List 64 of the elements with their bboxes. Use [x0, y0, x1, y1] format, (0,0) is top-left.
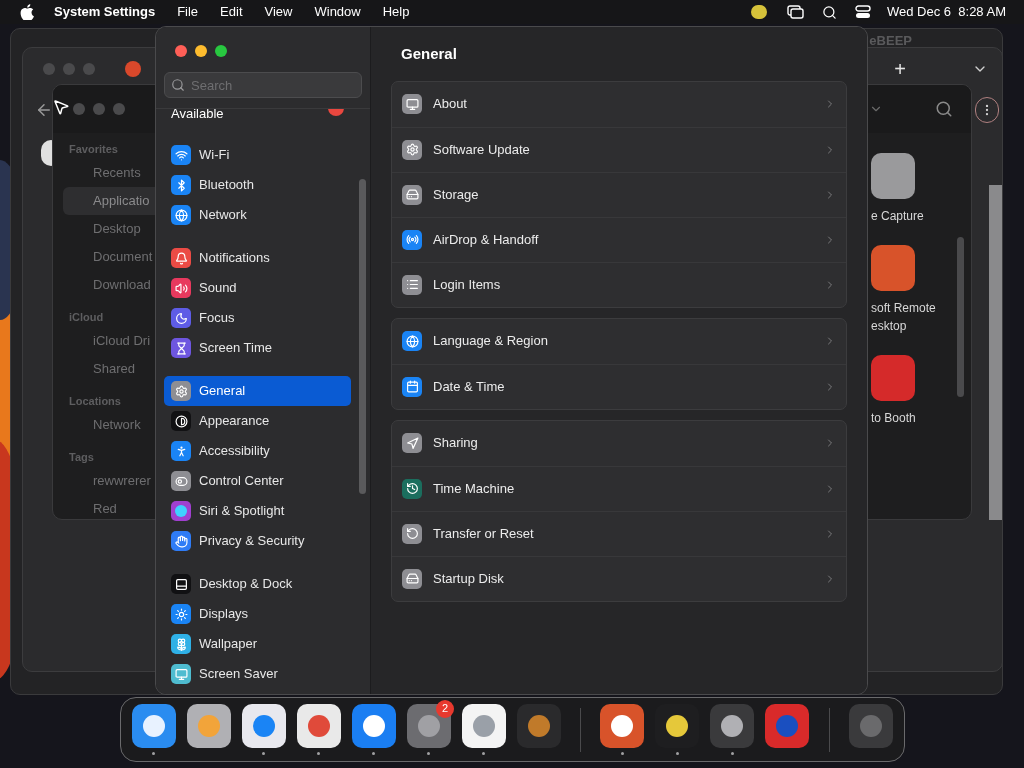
sidebar-item[interactable]: General	[164, 376, 351, 406]
menu-item[interactable]: Help	[382, 2, 410, 22]
sidebar-item[interactable]: Notifications	[164, 243, 351, 273]
app-menu[interactable]: System Settings	[54, 2, 156, 22]
app-label[interactable]: soft Remote esktop	[871, 299, 951, 335]
section-label: Tags	[68, 450, 95, 465]
settings-row[interactable]: Login Items	[392, 261, 846, 307]
mirroring-icon[interactable]	[787, 5, 804, 19]
sidebar-item[interactable]: Screen Time	[164, 333, 351, 363]
sidebar-item[interactable]: Wallpaper	[164, 629, 351, 659]
app-label[interactable]: e Capture	[871, 207, 951, 225]
sidebar-item[interactable]: Screen Saver	[164, 659, 351, 689]
sidebar-item[interactable]: Applicatio	[63, 187, 157, 215]
search-icon[interactable]	[822, 4, 837, 20]
settings-row[interactable]: Time Machine	[392, 465, 846, 511]
menu-item[interactable]: Edit	[220, 2, 243, 22]
settings-row[interactable]: Transfer or Reset	[392, 510, 846, 556]
menu-item[interactable]: Window	[314, 2, 361, 22]
menu-item[interactable]: View	[264, 2, 293, 22]
settings-row[interactable]: Language & Region	[392, 318, 846, 364]
settings-row[interactable]: Sharing	[392, 420, 846, 466]
sidebar-item[interactable]: Desktop & Dock	[164, 569, 351, 599]
sidebar-item[interactable]: Displays	[164, 599, 351, 629]
sidebar-item[interactable]: Privacy & Security	[164, 526, 351, 556]
sidebar-item[interactable]: Wi-Fi	[164, 140, 351, 170]
settings-row[interactable]: Software Update	[392, 126, 846, 172]
section-label: Favorites	[68, 142, 119, 157]
settings-row[interactable]: AirDrop & Handoff	[392, 216, 846, 262]
page-title: General	[400, 44, 458, 64]
sidebar-item[interactable]: Siri & Spotlight	[164, 496, 351, 526]
sidebar-item[interactable]: Appearance	[164, 406, 351, 436]
window-control-button[interactable]	[175, 45, 187, 57]
badge: 2	[436, 699, 454, 718]
app-icon[interactable]	[871, 153, 915, 199]
settings-row[interactable]: Storage	[392, 171, 846, 217]
search-icon	[171, 78, 185, 92]
menu-item[interactable]: File	[177, 2, 199, 22]
app-icon[interactable]	[871, 355, 915, 401]
settings-row[interactable]: Date & Time	[392, 363, 846, 409]
notification-badge	[328, 109, 344, 116]
scrollbar[interactable]	[359, 179, 366, 494]
section-label: Locations	[68, 394, 122, 409]
sidebar-item[interactable]: Sound	[164, 273, 351, 303]
window-control-button[interactable]	[195, 45, 207, 57]
scrollbar[interactable]	[957, 237, 964, 397]
window-control-button[interactable]	[215, 45, 227, 57]
sidebar-item[interactable]: Focus	[164, 303, 351, 333]
sidebar-item[interactable]: Available	[171, 109, 224, 121]
sidebar-item[interactable]: Bluetooth	[164, 170, 351, 200]
settings-row[interactable]: About	[392, 81, 846, 127]
tab-icon[interactable]	[125, 61, 141, 77]
settings-row[interactable]: Startup Disk	[392, 555, 846, 601]
section-label: iCloud	[68, 310, 105, 325]
sidebar-item[interactable]: Accessibility	[164, 436, 351, 466]
app-icon[interactable]	[871, 245, 915, 291]
back-icon[interactable]	[35, 101, 53, 119]
scrollbar[interactable]	[989, 185, 1002, 520]
app-label[interactable]: to Booth	[871, 409, 951, 427]
clock[interactable]: Wed Dec 6 8:28 AM	[887, 2, 1006, 22]
sidebar-item[interactable]: Control Center	[164, 466, 351, 496]
new-tab-button[interactable]: +	[894, 59, 906, 79]
apple-icon[interactable]	[20, 4, 34, 20]
control-center-icon[interactable]	[855, 5, 871, 19]
sidebar-item[interactable]: Network	[164, 200, 351, 230]
